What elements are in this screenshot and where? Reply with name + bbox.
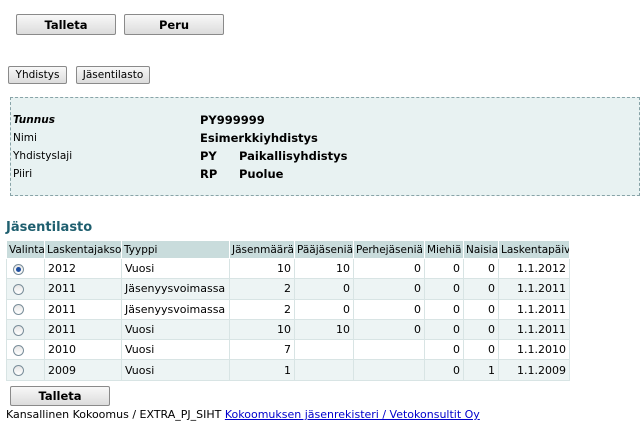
type-label: Yhdistyslaji	[13, 150, 73, 162]
column-header: Perhejäseniä	[353, 240, 425, 259]
table-row[interactable]: 2009 Vuosi 1 0 1 1.1.2009	[6, 359, 570, 381]
women-cell: 0	[463, 339, 499, 361]
name-label: Nimi	[13, 132, 37, 144]
date-cell: 1.1.2011	[498, 318, 570, 341]
type-cell: Jäsenyysvoimassa	[121, 298, 230, 320]
men-cell: 0	[424, 278, 464, 300]
main-members-cell: 10	[294, 257, 354, 280]
column-header: Valinta	[6, 240, 45, 259]
type-cell: Vuosi	[121, 359, 230, 381]
family-members-cell: 0	[353, 298, 425, 320]
date-cell: 1.1.2012	[498, 257, 570, 280]
column-header: Tyyppi	[121, 240, 230, 259]
id-value: PY999999	[200, 113, 265, 127]
main-members-cell	[294, 359, 354, 381]
date-cell: 1.1.2010	[498, 339, 570, 361]
row-select-radio[interactable]	[13, 283, 24, 295]
table-row[interactable]: 2011 Vuosi 10 10 0 0 0 1.1.2011	[6, 318, 570, 341]
table-row[interactable]: 2012 Vuosi 10 10 0 0 0 1.1.2012	[6, 257, 570, 280]
date-cell: 1.1.2009	[498, 359, 570, 381]
family-members-cell	[353, 359, 425, 381]
members-cell: 2	[229, 278, 295, 300]
row-select-radio[interactable]	[13, 365, 24, 377]
district-code: RP	[200, 167, 218, 181]
tab-member-stats[interactable]: Jäsentilasto	[76, 66, 150, 84]
period-cell: 2011	[44, 318, 122, 341]
footer-text: Kansallinen Kokoomus / EXTRA_PJ_SIHT	[6, 408, 222, 421]
men-cell: 0	[424, 318, 464, 341]
period-cell: 2010	[44, 339, 122, 361]
members-cell: 10	[229, 257, 295, 280]
women-cell: 0	[463, 318, 499, 341]
column-header: Jäsenmäärä	[229, 240, 295, 259]
select-cell	[6, 359, 45, 381]
type-code: PY	[200, 149, 217, 163]
members-cell: 1	[229, 359, 295, 381]
table-row[interactable]: 2011 Jäsenyysvoimassa 2 0 0 0 0 1.1.2011	[6, 298, 570, 320]
women-cell: 0	[463, 278, 499, 300]
select-cell	[6, 278, 45, 300]
type-name: Paikallisyhdistys	[239, 149, 348, 163]
table-row[interactable]: 2011 Jäsenyysvoimassa 2 0 0 0 0 1.1.2011	[6, 278, 570, 300]
cancel-button[interactable]: Peru	[124, 14, 224, 35]
main-members-cell	[294, 339, 354, 361]
bottom-save-button[interactable]: Talleta	[10, 386, 110, 406]
men-cell: 0	[424, 257, 464, 280]
members-cell: 10	[229, 318, 295, 341]
select-cell	[6, 318, 45, 341]
type-cell: Vuosi	[121, 318, 230, 341]
id-label: Tunnus	[13, 114, 55, 126]
tab-association[interactable]: Yhdistys	[8, 66, 67, 84]
save-button[interactable]: Talleta	[16, 14, 116, 35]
women-cell: 1	[463, 359, 499, 381]
table-header-row: Valinta Laskentajakso Tyyppi Jäsenmäärä …	[6, 240, 570, 259]
members-cell: 2	[229, 298, 295, 320]
row-select-radio[interactable]	[13, 324, 24, 336]
women-cell: 0	[463, 257, 499, 280]
section-title: Jäsentilasto	[6, 220, 93, 235]
select-cell	[6, 257, 45, 280]
row-select-radio[interactable]	[13, 263, 24, 275]
women-cell: 0	[463, 298, 499, 320]
select-cell	[6, 298, 45, 320]
main-members-cell: 10	[294, 318, 354, 341]
footer-link[interactable]: Kokoomuksen jäsenrekisteri / Vetokonsult…	[225, 408, 480, 421]
column-header: Laskentajakso	[44, 240, 122, 259]
men-cell: 0	[424, 298, 464, 320]
district-name: Puolue	[239, 167, 284, 181]
table-row[interactable]: 2010 Vuosi 7 0 0 1.1.2010	[6, 339, 570, 361]
table-body: 2012 Vuosi 10 10 0 0 0 1.1.2012 2011 Jäsenyysvoim…	[6, 257, 570, 381]
row-select-radio[interactable]	[13, 344, 24, 356]
select-cell	[6, 339, 45, 361]
main-members-cell: 0	[294, 298, 354, 320]
main-members-cell: 0	[294, 278, 354, 300]
period-cell: 2012	[44, 257, 122, 280]
type-cell: Vuosi	[121, 257, 230, 280]
period-cell: 2011	[44, 298, 122, 320]
date-cell: 1.1.2011	[498, 278, 570, 300]
members-cell: 7	[229, 339, 295, 361]
footer: Kansallinen Kokoomus / EXTRA_PJ_SIHT Kok…	[6, 408, 480, 421]
row-select-radio[interactable]	[13, 304, 24, 316]
name-value: Esimerkkiyhdistys	[200, 131, 318, 145]
date-cell: 1.1.2011	[498, 298, 570, 320]
type-cell: Vuosi	[121, 339, 230, 361]
family-members-cell: 0	[353, 318, 425, 341]
column-header: Miehiä	[424, 240, 464, 259]
column-header: Laskentapäivä	[498, 240, 570, 259]
type-cell: Jäsenyysvoimassa	[121, 278, 230, 300]
family-members-cell: 0	[353, 278, 425, 300]
member-stats-table: Valinta Laskentajakso Tyyppi Jäsenmäärä …	[6, 240, 570, 381]
period-cell: 2009	[44, 359, 122, 381]
association-info-panel: Tunnus PY999999 Nimi Esimerkkiyhdistys Y…	[10, 97, 640, 196]
district-label: Piiri	[13, 168, 33, 180]
men-cell: 0	[424, 339, 464, 361]
period-cell: 2011	[44, 278, 122, 300]
family-members-cell	[353, 339, 425, 361]
men-cell: 0	[424, 359, 464, 381]
column-header: Pääjäseniä	[294, 240, 354, 259]
column-header: Naisia	[463, 240, 499, 259]
family-members-cell: 0	[353, 257, 425, 280]
